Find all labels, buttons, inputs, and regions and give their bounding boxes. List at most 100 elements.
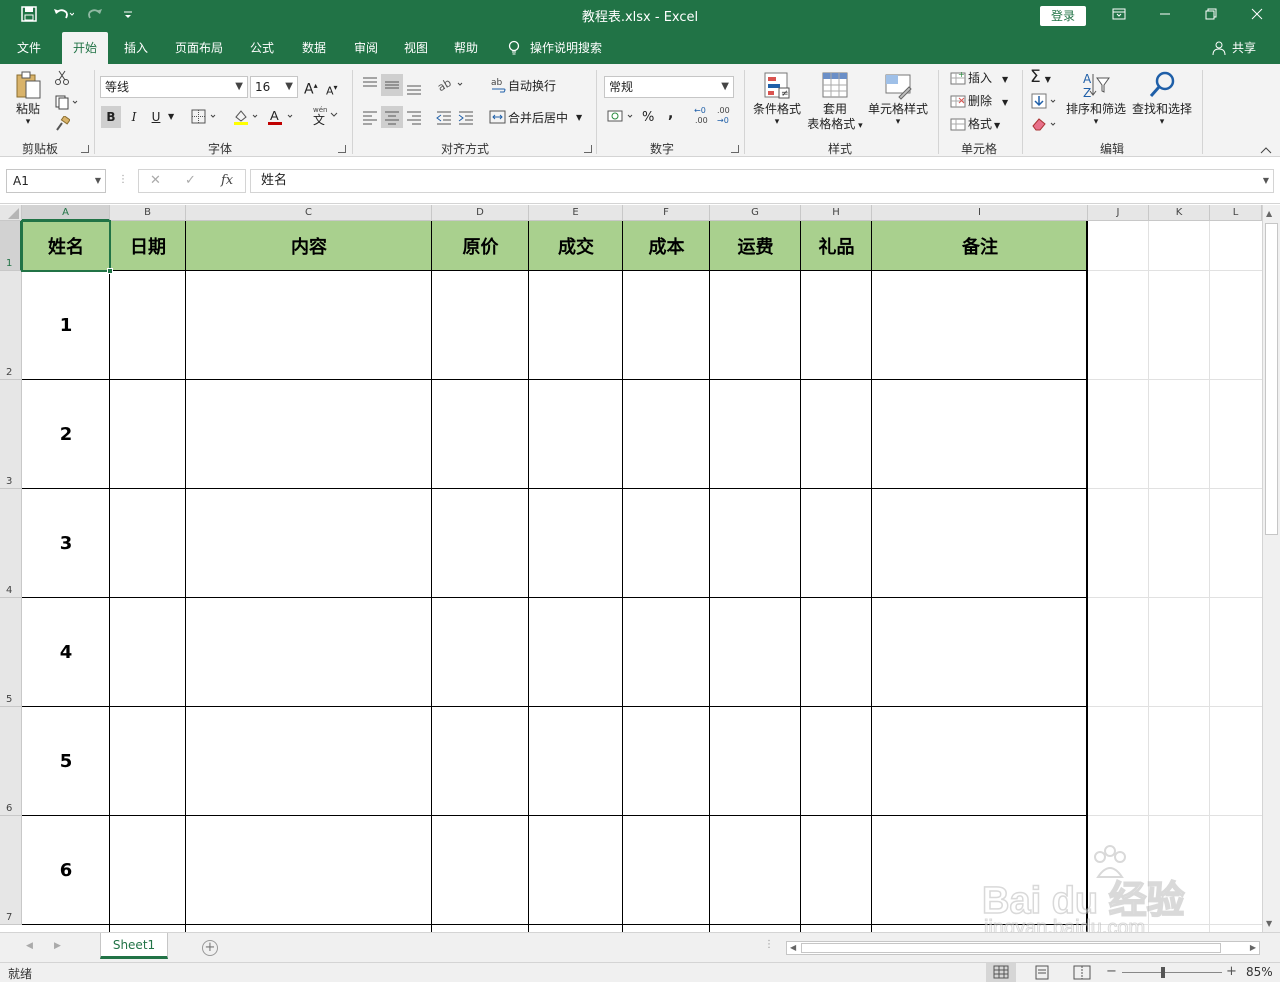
add-sheet-button[interactable]: + [202,940,218,956]
fill-handle[interactable] [107,268,113,274]
grow-font-button[interactable]: A▴ [304,78,318,98]
sheet-tab-sheet1[interactable]: Sheet1 [100,933,168,959]
normal-view-icon[interactable] [986,963,1016,982]
alignment-launcher-icon[interactable] [584,145,592,153]
italic-button[interactable]: I [125,106,143,128]
align-left-icon[interactable] [360,106,380,128]
font-size-select[interactable]: 16 ▼ [250,76,298,98]
formula-input[interactable]: 姓名 ▼ [250,169,1274,193]
borders-icon[interactable] [190,108,220,126]
horizontal-scrollbar[interactable]: ◀ ▶ [786,941,1260,955]
cell-a5[interactable]: 4 [22,598,110,707]
zoom-in-button[interactable]: + [1226,964,1237,979]
chevron-down-icon[interactable]: ▼ [168,109,174,125]
row-header-1[interactable]: 1 [0,221,22,271]
tab-help[interactable]: 帮助 [446,32,486,64]
font-color-icon[interactable]: A [266,108,298,126]
copy-icon[interactable] [54,94,80,110]
align-top-icon[interactable] [360,74,380,94]
increase-decimal-button[interactable]: ←0 .00 [692,106,712,128]
merge-center-icon[interactable] [489,108,507,126]
column-header-f[interactable]: F [623,205,710,221]
column-header-e[interactable]: E [529,205,623,221]
header-cell-content[interactable]: 内容 [186,221,432,271]
fill-down-icon[interactable] [1030,93,1060,109]
row-header-5[interactable]: 5 [0,598,22,707]
percent-style-button[interactable]: % [642,110,654,126]
insert-cells-button[interactable]: 插入 ▼ [968,70,1008,88]
delete-cells-button[interactable]: 删除 ▼ [968,93,1008,111]
find-select-button[interactable]: 查找和选择 ▾ [1130,70,1194,127]
decrease-indent-icon[interactable] [434,106,454,128]
column-header-d[interactable]: D [432,205,529,221]
merge-center-button[interactable]: 合并后居中 [508,110,568,126]
page-layout-view-icon[interactable] [1030,963,1054,982]
cell-a6[interactable]: 5 [22,707,110,816]
column-header-j[interactable]: J [1088,205,1149,221]
close-icon[interactable] [1234,0,1280,32]
insert-function-icon[interactable]: fx [221,173,233,188]
bold-button[interactable]: B [101,106,121,128]
tab-data[interactable]: 数据 [294,32,334,64]
phonetic-guide-button[interactable]: wén 文 [310,106,340,128]
cell-a2[interactable]: 1 [22,271,110,380]
tab-page-layout[interactable]: 页面布局 [168,32,230,64]
row-header-7[interactable]: 7 [0,816,22,925]
column-header-i[interactable]: I [872,205,1088,221]
row-header-3[interactable]: 3 [0,380,22,489]
format-as-table-button[interactable]: 套用 表格格式 ▾ [806,70,864,134]
tab-insert[interactable]: 插入 [116,32,156,64]
format-painter-icon[interactable] [54,115,71,132]
align-middle-icon[interactable] [381,74,403,96]
cell-a7[interactable]: 6 [22,816,110,925]
cell-a3[interactable]: 2 [22,380,110,489]
zoom-out-button[interactable]: − [1106,964,1117,979]
column-header-a[interactable]: A [22,205,110,221]
header-cell-notes[interactable]: 备注 [872,221,1088,271]
enter-icon[interactable]: ✓ [185,173,196,188]
cancel-icon[interactable]: ✕ [150,173,161,188]
column-header-c[interactable]: C [186,205,432,221]
chevron-down-icon[interactable]: ▼ [576,110,582,126]
tab-file[interactable]: 文件 [8,32,50,64]
login-button[interactable]: 登录 [1040,6,1086,26]
horizontal-scroll-thumb[interactable] [801,943,1221,953]
paste-button[interactable]: 粘贴 ▾ [8,70,48,127]
tell-me-search[interactable]: 操作说明搜索 [530,32,610,64]
prev-sheet-icon[interactable]: ◀ [26,941,33,951]
row-header-6[interactable]: 6 [0,707,22,816]
tab-split-grip-icon[interactable]: ⋮ [764,939,774,950]
underline-button[interactable]: U [147,106,165,128]
vertical-scrollbar[interactable]: ▲ ▼ [1262,205,1280,932]
column-header-k[interactable]: K [1149,205,1210,221]
format-cells-button[interactable]: 格式 ▼ [968,116,1000,134]
font-launcher-icon[interactable] [338,145,346,153]
comma-style-button[interactable]: , [668,106,673,122]
column-header-h[interactable]: H [801,205,872,221]
name-box[interactable]: A1 ▼ [6,169,106,193]
sort-filter-button[interactable]: AZ 排序和筛选 ▾ [1064,70,1128,127]
accounting-format-icon[interactable] [606,108,638,126]
scroll-right-icon[interactable]: ▶ [1250,942,1256,954]
cell-a4[interactable]: 3 [22,489,110,598]
clipboard-launcher-icon[interactable] [81,145,89,153]
cell-styles-button[interactable]: 单元格样式 ▾ [866,70,930,127]
cut-icon[interactable] [54,70,70,86]
clear-eraser-icon[interactable] [1030,116,1060,132]
number-launcher-icon[interactable] [731,145,739,153]
wrap-text-button[interactable]: 自动换行 [508,78,556,94]
select-all-button[interactable] [0,205,22,221]
header-cell-cost[interactable]: 成本 [623,221,710,271]
vertical-scroll-thumb[interactable] [1265,223,1278,535]
scroll-left-icon[interactable]: ◀ [790,942,796,954]
align-center-icon[interactable] [381,106,403,128]
shrink-font-button[interactable]: A▾ [326,80,338,100]
share-button[interactable]: 共享 [1228,32,1260,64]
zoom-level[interactable]: 85% [1246,965,1273,979]
zoom-slider-thumb[interactable] [1161,967,1165,978]
page-break-view-icon[interactable] [1070,963,1094,982]
worksheet[interactable]: A B C D E F G H I J K L 1 2 3 4 5 6 7 姓名… [0,205,1280,932]
conditional-formatting-button[interactable]: ≠ 条件格式 ▾ [750,70,804,127]
wrap-text-icon[interactable]: ab [490,76,508,94]
restore-icon[interactable] [1188,0,1234,32]
